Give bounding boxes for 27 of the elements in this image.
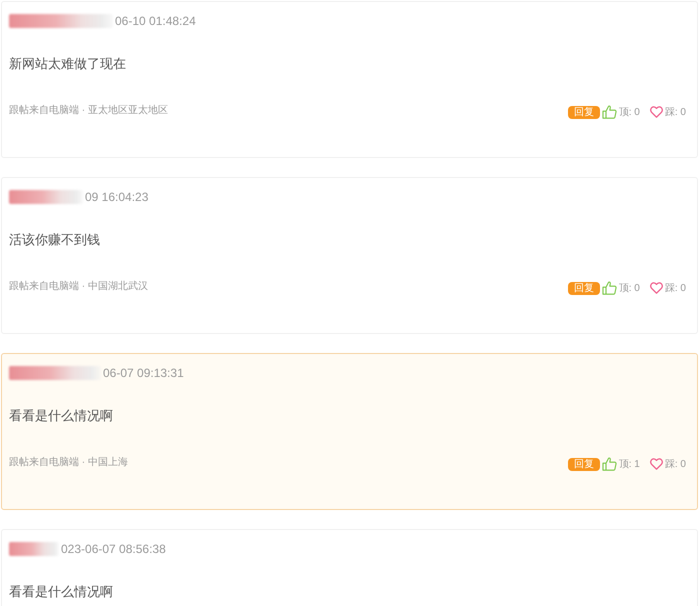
downvote-button[interactable]: 踩: 0 bbox=[650, 105, 686, 119]
heart-icon bbox=[650, 282, 663, 294]
comment-text: 新网站太难做了现在 bbox=[9, 55, 126, 73]
comment-time: 023-06-07 08:56:38 bbox=[61, 541, 166, 558]
thumbs-up-icon bbox=[602, 457, 617, 471]
heart-icon bbox=[650, 106, 663, 118]
reply-button[interactable]: 回复 bbox=[568, 458, 600, 470]
comment-time: 06-07 09:13:31 bbox=[103, 365, 184, 382]
reply-button[interactable]: 回复 bbox=[568, 282, 600, 294]
upvote-button[interactable]: 顶: 1 bbox=[602, 457, 640, 471]
comment-text: 看看是什么情况啊 bbox=[9, 583, 113, 601]
comment-time: 09 16:04:23 bbox=[85, 189, 148, 206]
blurred-username bbox=[9, 542, 59, 556]
upvote-button[interactable]: 顶: 0 bbox=[602, 105, 640, 119]
heart-icon bbox=[650, 458, 663, 470]
comment-source: 跟帖来自电脑端 · 中国湖北武汉 bbox=[9, 280, 149, 293]
comment-text: 活该你赚不到钱 bbox=[9, 231, 100, 249]
downvote-button[interactable]: 踩: 0 bbox=[650, 457, 686, 471]
comment-text: 看看是什么情况啊 bbox=[9, 407, 113, 425]
upvote-button[interactable]: 顶: 0 bbox=[602, 281, 640, 295]
comment-time: 06-10 01:48:24 bbox=[115, 13, 196, 30]
reply-button[interactable]: 回复 bbox=[568, 106, 600, 118]
comment-source: 跟帖来自电脑端 · 亚太地区亚太地区 bbox=[9, 104, 169, 117]
comment-source: 跟帖来自电脑端 · 中国上海 bbox=[9, 456, 129, 469]
downvote-button[interactable]: 踩: 0 bbox=[650, 281, 686, 295]
thumbs-up-icon bbox=[602, 105, 617, 119]
thumbs-up-icon bbox=[602, 281, 617, 295]
